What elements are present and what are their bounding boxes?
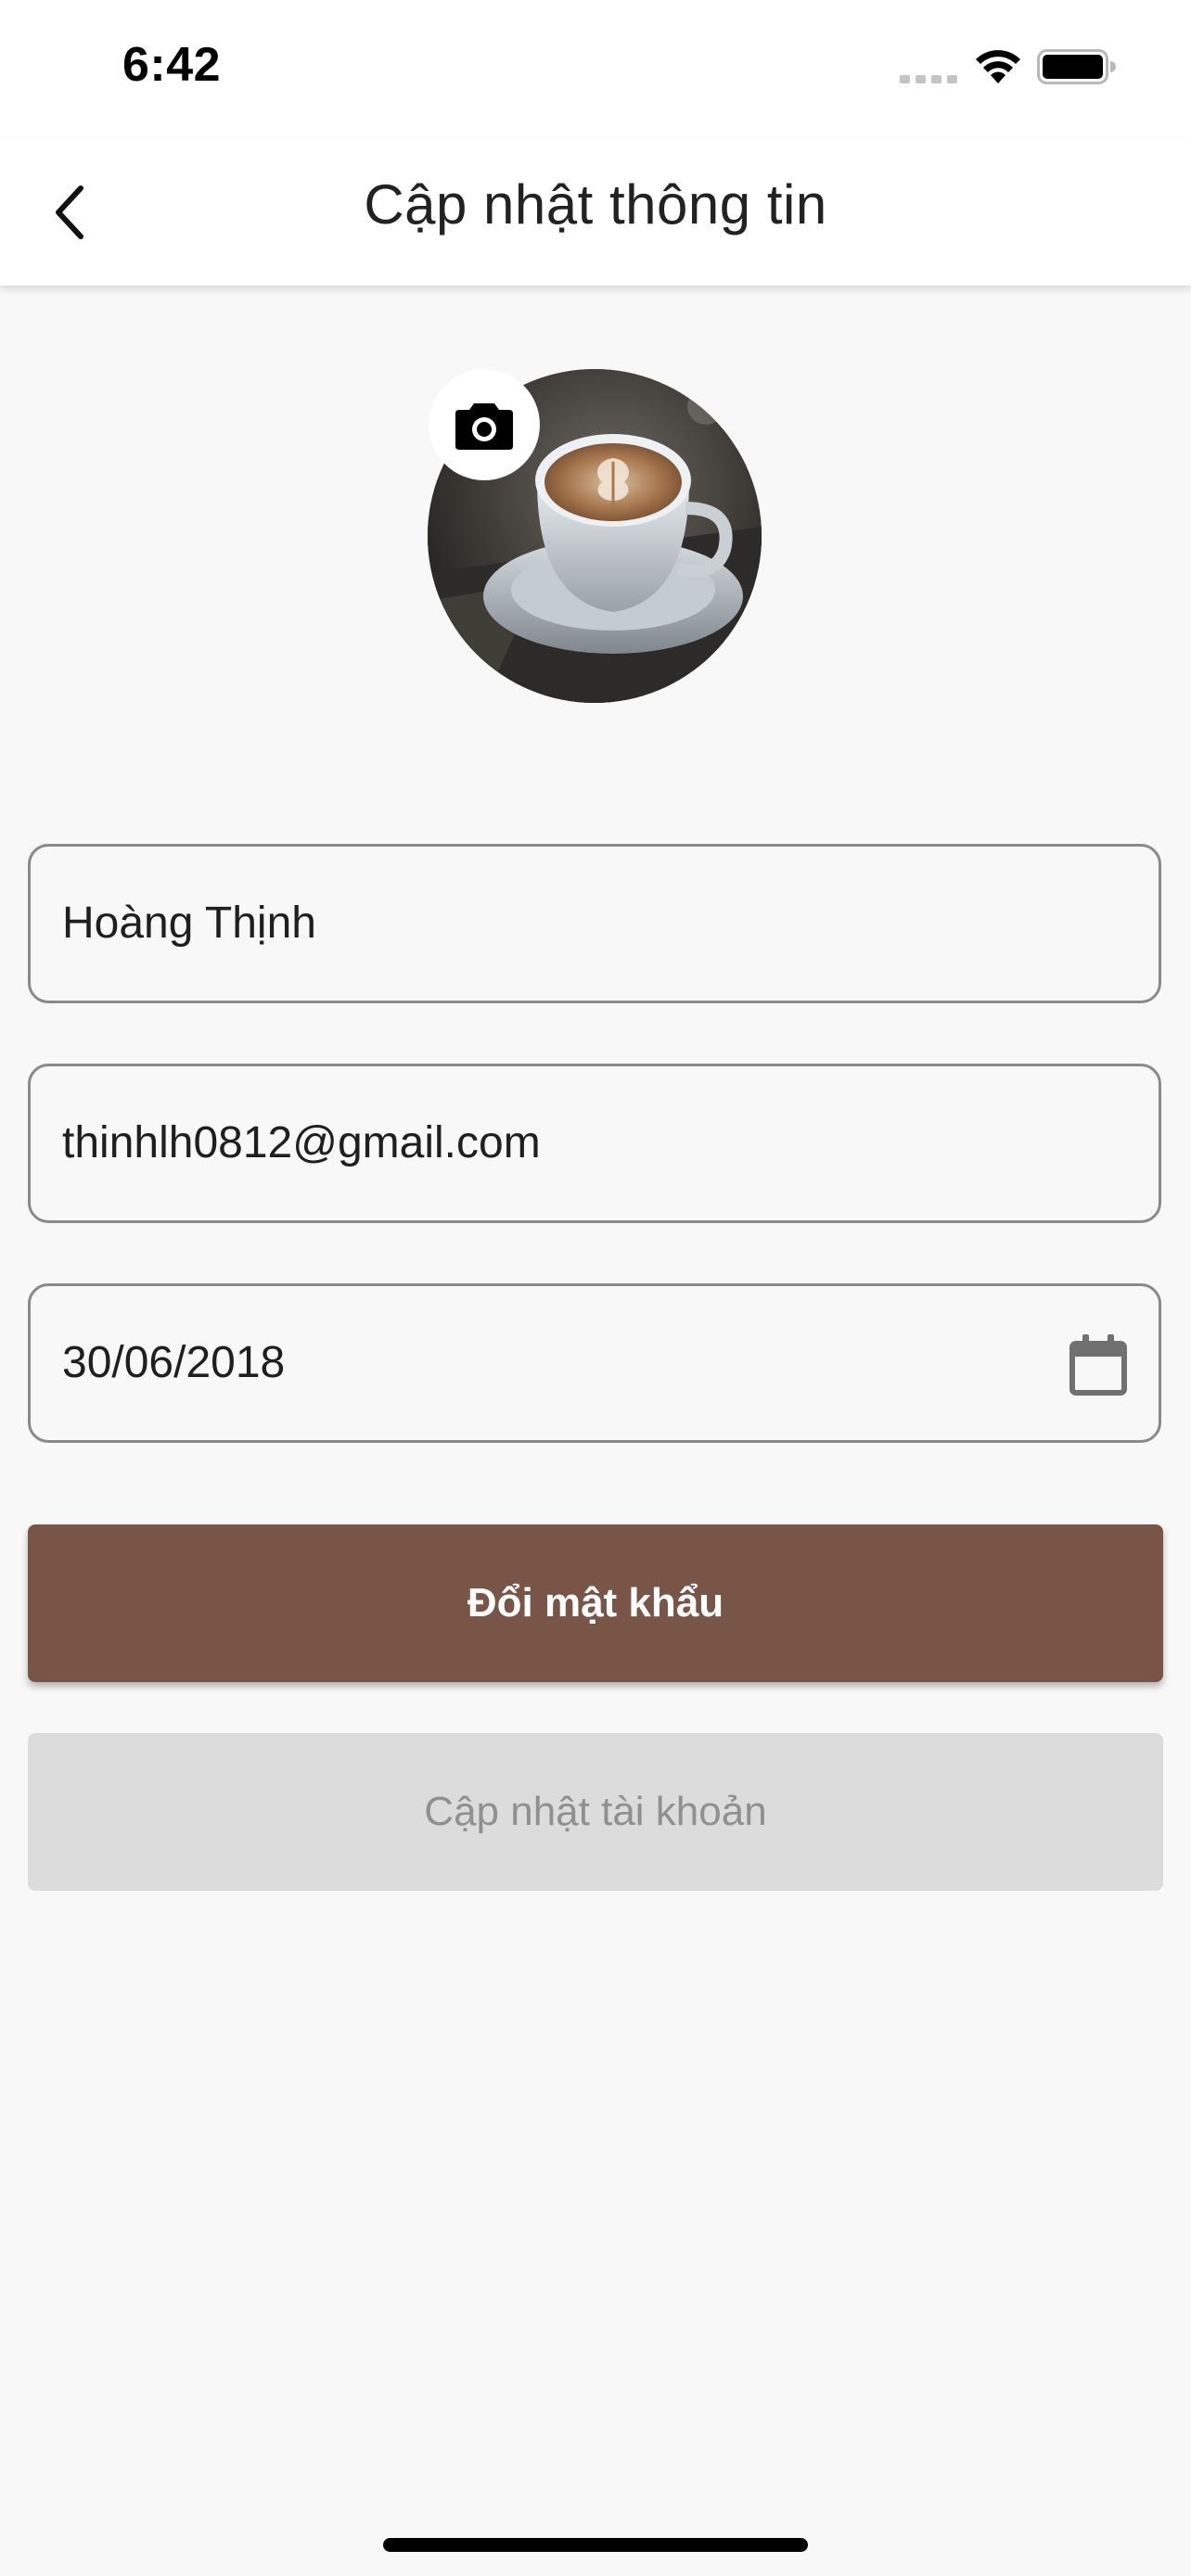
- birthdate-input[interactable]: [62, 1286, 1045, 1440]
- email-input[interactable]: [62, 1066, 1045, 1220]
- update-account-label: Cập nhật tài khoản: [424, 1789, 767, 1834]
- camera-icon: [455, 403, 513, 450]
- battery-icon: [1037, 49, 1116, 84]
- status-bar: 6:42: [0, 0, 1191, 139]
- page-title: Cập nhật thông tin: [364, 173, 827, 236]
- name-field[interactable]: [28, 844, 1161, 1003]
- name-input[interactable]: [62, 847, 1045, 1001]
- signal-icon: [900, 75, 957, 83]
- status-time: 6:42: [122, 38, 222, 92]
- app-bar: Cập nhật thông tin: [0, 139, 1191, 286]
- birthdate-field[interactable]: [28, 1283, 1161, 1443]
- home-indicator: [383, 2538, 808, 2552]
- update-account-button[interactable]: Cập nhật tài khoản: [28, 1733, 1163, 1891]
- wifi-icon: [976, 50, 1020, 83]
- change-password-button[interactable]: Đổi mật khẩu: [28, 1524, 1163, 1682]
- change-avatar-button[interactable]: [429, 369, 540, 480]
- update-profile-screen: 6:42 Cập nhật thông tin Hoàng Thịnh thin…: [0, 0, 1191, 2576]
- change-password-label: Đổi mật khẩu: [467, 1580, 724, 1626]
- email-field[interactable]: [28, 1064, 1161, 1223]
- calendar-icon[interactable]: [1069, 1334, 1127, 1396]
